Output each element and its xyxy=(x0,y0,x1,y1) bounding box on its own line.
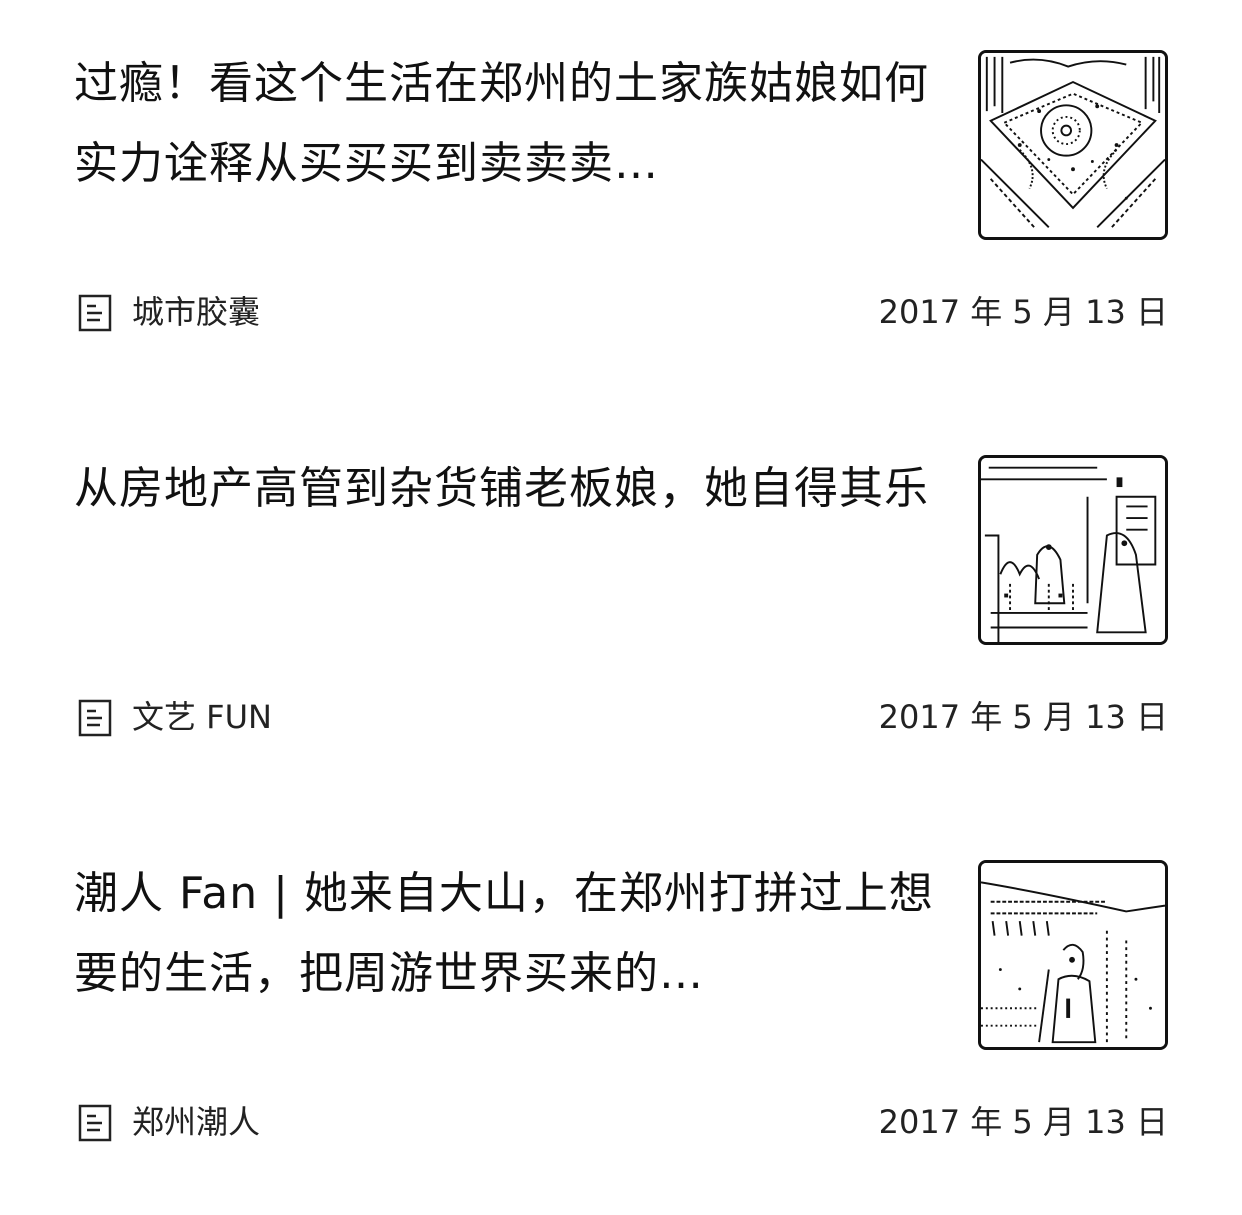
article-date: 2017 年 5 月 13 日 xyxy=(878,698,1168,736)
article-title[interactable]: 从房地产高管到杂货铺老板娘，她自得其乐 xyxy=(74,449,934,529)
article-meta: 城市胶囊 2017 年 5 月 13 日 xyxy=(78,290,1168,334)
document-icon xyxy=(78,294,112,332)
article-source[interactable]: 郑州潮人 xyxy=(132,1100,260,1144)
article-meta: 文艺 FUN 2017 年 5 月 13 日 xyxy=(78,695,1168,739)
article-item[interactable]: 潮人 Fan | 她来自大山，在郑州打拼过上想要的生活，把周游世界买来的… 郑州… xyxy=(0,810,1242,1215)
article-title[interactable]: 过瘾！看这个生活在郑州的土家族姑娘如何实力诠释从买买买到卖卖卖… xyxy=(74,44,934,204)
article-source[interactable]: 文艺 FUN xyxy=(132,695,272,739)
document-icon xyxy=(78,699,112,737)
article-thumbnail[interactable] xyxy=(978,455,1168,645)
article-title[interactable]: 潮人 Fan | 她来自大山，在郑州打拼过上想要的生活，把周游世界买来的… xyxy=(74,854,934,1014)
document-icon xyxy=(78,1104,112,1142)
article-item[interactable]: 从房地产高管到杂货铺老板娘，她自得其乐 文艺 FUN 2017 年 5 月 13… xyxy=(0,405,1242,810)
article-meta: 郑州潮人 2017 年 5 月 13 日 xyxy=(78,1100,1168,1144)
article-date: 2017 年 5 月 13 日 xyxy=(878,1103,1168,1141)
article-date: 2017 年 5 月 13 日 xyxy=(878,293,1168,331)
article-item[interactable]: 过瘾！看这个生活在郑州的土家族姑娘如何实力诠释从买买买到卖卖卖… 城市胶囊 20… xyxy=(0,0,1242,405)
article-source[interactable]: 城市胶囊 xyxy=(132,290,260,334)
shop-interior-image xyxy=(981,458,1165,642)
embroidered-textile-image xyxy=(981,53,1165,237)
article-thumbnail[interactable] xyxy=(978,50,1168,240)
article-feed: 过瘾！看这个生活在郑州的土家族姑娘如何实力诠释从买买买到卖卖卖… 城市胶囊 20… xyxy=(0,0,1242,1188)
article-thumbnail[interactable] xyxy=(978,860,1168,1050)
street-portrait-image xyxy=(981,863,1165,1047)
